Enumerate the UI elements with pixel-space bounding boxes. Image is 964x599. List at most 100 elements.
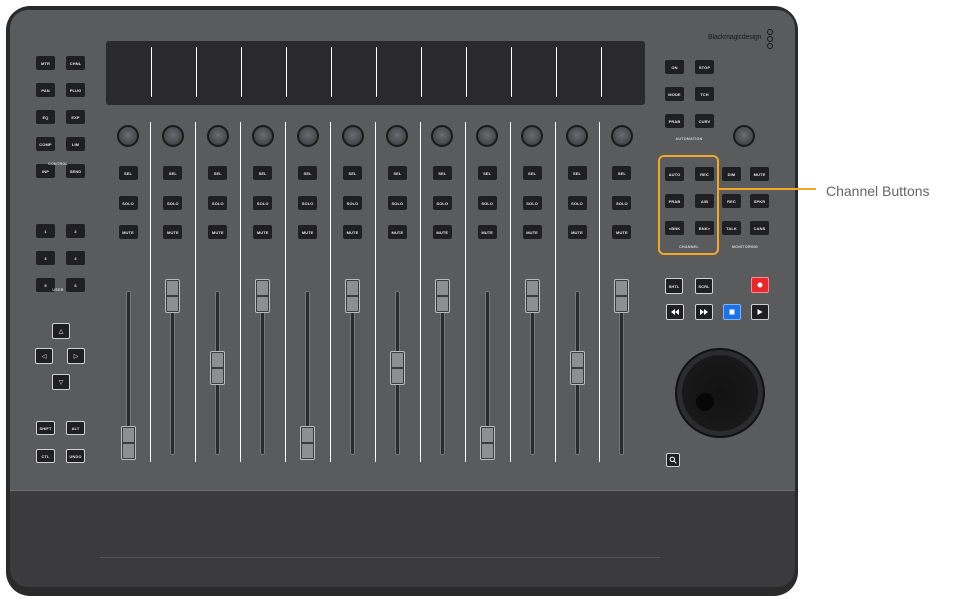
solo-button[interactable]: SOLO <box>163 196 183 210</box>
channel-fader[interactable] <box>255 279 271 313</box>
mute-button[interactable]: MUTE <box>118 225 138 239</box>
channel-fader[interactable] <box>345 279 360 313</box>
mute-button[interactable]: MUTE <box>163 225 183 239</box>
channel-fader[interactable] <box>434 279 450 313</box>
control-key[interactable]: PAN <box>36 83 55 97</box>
user-key[interactable]: 4 <box>66 251 85 265</box>
mute-button[interactable]: MUTE <box>612 225 632 239</box>
jog-wheel-surface[interactable] <box>682 355 758 431</box>
channel-fader[interactable] <box>569 351 585 385</box>
control-key[interactable]: EXP <box>66 110 85 124</box>
channel-knob[interactable] <box>296 125 319 147</box>
mute-button[interactable]: MUTE <box>567 225 587 239</box>
transport-mode-key[interactable]: SCRL <box>695 278 713 294</box>
control-key[interactable]: SEND <box>66 164 85 178</box>
arrow-left-icon[interactable]: ◁ <box>35 348 53 364</box>
automation-key[interactable]: CURV <box>695 114 714 128</box>
modifier-key[interactable]: CTL <box>36 449 55 463</box>
sel-button[interactable]: SEL <box>432 166 452 180</box>
transport-mode-key[interactable]: SHTL <box>665 278 683 294</box>
mute-button[interactable]: MUTE <box>298 225 318 239</box>
channel-fader[interactable] <box>300 426 316 460</box>
arrow-up-icon[interactable]: △ <box>52 323 70 339</box>
channel-knob[interactable] <box>206 125 229 147</box>
sel-button[interactable]: SEL <box>387 166 407 180</box>
modifier-key[interactable]: SHIFT <box>36 421 55 435</box>
monitoring-key[interactable]: DIM <box>722 167 741 181</box>
mute-button[interactable]: MUTE <box>432 225 452 239</box>
solo-button[interactable]: SOLO <box>477 196 497 210</box>
mute-button[interactable]: MUTE <box>343 225 362 239</box>
sel-button[interactable]: SEL <box>567 166 587 180</box>
control-key[interactable]: PLUG <box>66 83 85 97</box>
channel-fader[interactable] <box>165 279 181 313</box>
solo-button[interactable]: SOLO <box>522 196 542 210</box>
control-key[interactable]: COMP <box>36 137 55 151</box>
automation-key[interactable]: TCH <box>695 87 714 101</box>
automation-key[interactable]: ON <box>665 60 684 74</box>
channel-fader[interactable] <box>524 279 540 313</box>
solo-button[interactable]: SOLO <box>567 196 587 210</box>
mute-button[interactable]: MUTE <box>522 225 542 239</box>
control-key[interactable]: MTR <box>36 56 55 70</box>
automation-key[interactable]: MODE <box>665 87 684 101</box>
monitoring-key[interactable]: REC <box>722 194 741 208</box>
arrow-down-icon[interactable]: ▽ <box>52 374 70 390</box>
monitoring-key[interactable]: MUTE <box>750 167 769 181</box>
control-key[interactable]: INP <box>36 164 55 178</box>
automation-key[interactable]: PRAB <box>665 114 684 128</box>
mute-button[interactable]: MUTE <box>208 225 228 239</box>
mute-button[interactable]: MUTE <box>477 225 497 239</box>
solo-button[interactable]: SOLO <box>343 196 362 210</box>
channel-knob[interactable] <box>251 125 274 147</box>
sel-button[interactable]: SEL <box>477 166 497 180</box>
channel-fader[interactable] <box>120 426 136 460</box>
solo-button[interactable]: SOLO <box>208 196 228 210</box>
play-icon[interactable] <box>751 304 769 320</box>
sel-button[interactable]: SEL <box>612 166 632 180</box>
modifier-key[interactable]: UNDO <box>66 449 85 463</box>
jog-wheel[interactable] <box>675 348 765 438</box>
sel-button[interactable]: SEL <box>118 166 138 180</box>
channel-knob[interactable] <box>161 125 184 147</box>
channel-fader[interactable] <box>479 426 495 460</box>
arrow-right-icon[interactable]: ▷ <box>67 348 85 364</box>
record-icon[interactable] <box>751 277 769 293</box>
control-key[interactable]: CHNL <box>66 56 85 70</box>
channel-fader[interactable] <box>614 279 630 313</box>
channel-knob[interactable] <box>341 125 364 147</box>
solo-button[interactable]: SOLO <box>387 196 407 210</box>
channel-fader[interactable] <box>210 351 226 385</box>
monitoring-key[interactable]: SPKR <box>750 194 769 208</box>
solo-button[interactable]: SOLO <box>253 196 273 210</box>
user-key[interactable]: 3 <box>36 251 55 265</box>
sel-button[interactable]: SEL <box>253 166 273 180</box>
solo-button[interactable]: SOLO <box>298 196 318 210</box>
automation-key[interactable]: STOP <box>695 60 714 74</box>
channel-knob[interactable] <box>521 125 544 147</box>
monitoring-key[interactable]: TALK <box>722 221 741 235</box>
magnifier-icon[interactable] <box>666 453 680 467</box>
rewind-icon[interactable] <box>666 304 684 320</box>
control-key[interactable]: EQ <box>36 110 55 124</box>
sel-button[interactable]: SEL <box>343 166 362 180</box>
monitor-level-knob[interactable] <box>733 125 755 147</box>
control-key[interactable]: LIM <box>66 137 85 151</box>
user-key[interactable]: 2 <box>66 224 85 238</box>
sel-button[interactable]: SEL <box>208 166 228 180</box>
sel-button[interactable]: SEL <box>163 166 183 180</box>
solo-button[interactable]: SOLO <box>118 196 138 210</box>
solo-button[interactable]: SOLO <box>612 196 632 210</box>
channel-fader[interactable] <box>389 351 405 385</box>
mute-button[interactable]: MUTE <box>387 225 407 239</box>
channel-knob[interactable] <box>610 125 633 147</box>
channel-knob[interactable] <box>566 125 588 147</box>
solo-button[interactable]: SOLO <box>432 196 452 210</box>
mute-button[interactable]: MUTE <box>253 225 273 239</box>
stop-icon[interactable] <box>723 304 741 320</box>
sel-button[interactable]: SEL <box>522 166 542 180</box>
fast-forward-icon[interactable] <box>695 304 713 320</box>
sel-button[interactable]: SEL <box>298 166 318 180</box>
channel-knob[interactable] <box>117 125 139 147</box>
modifier-key[interactable]: ALT <box>66 421 85 435</box>
